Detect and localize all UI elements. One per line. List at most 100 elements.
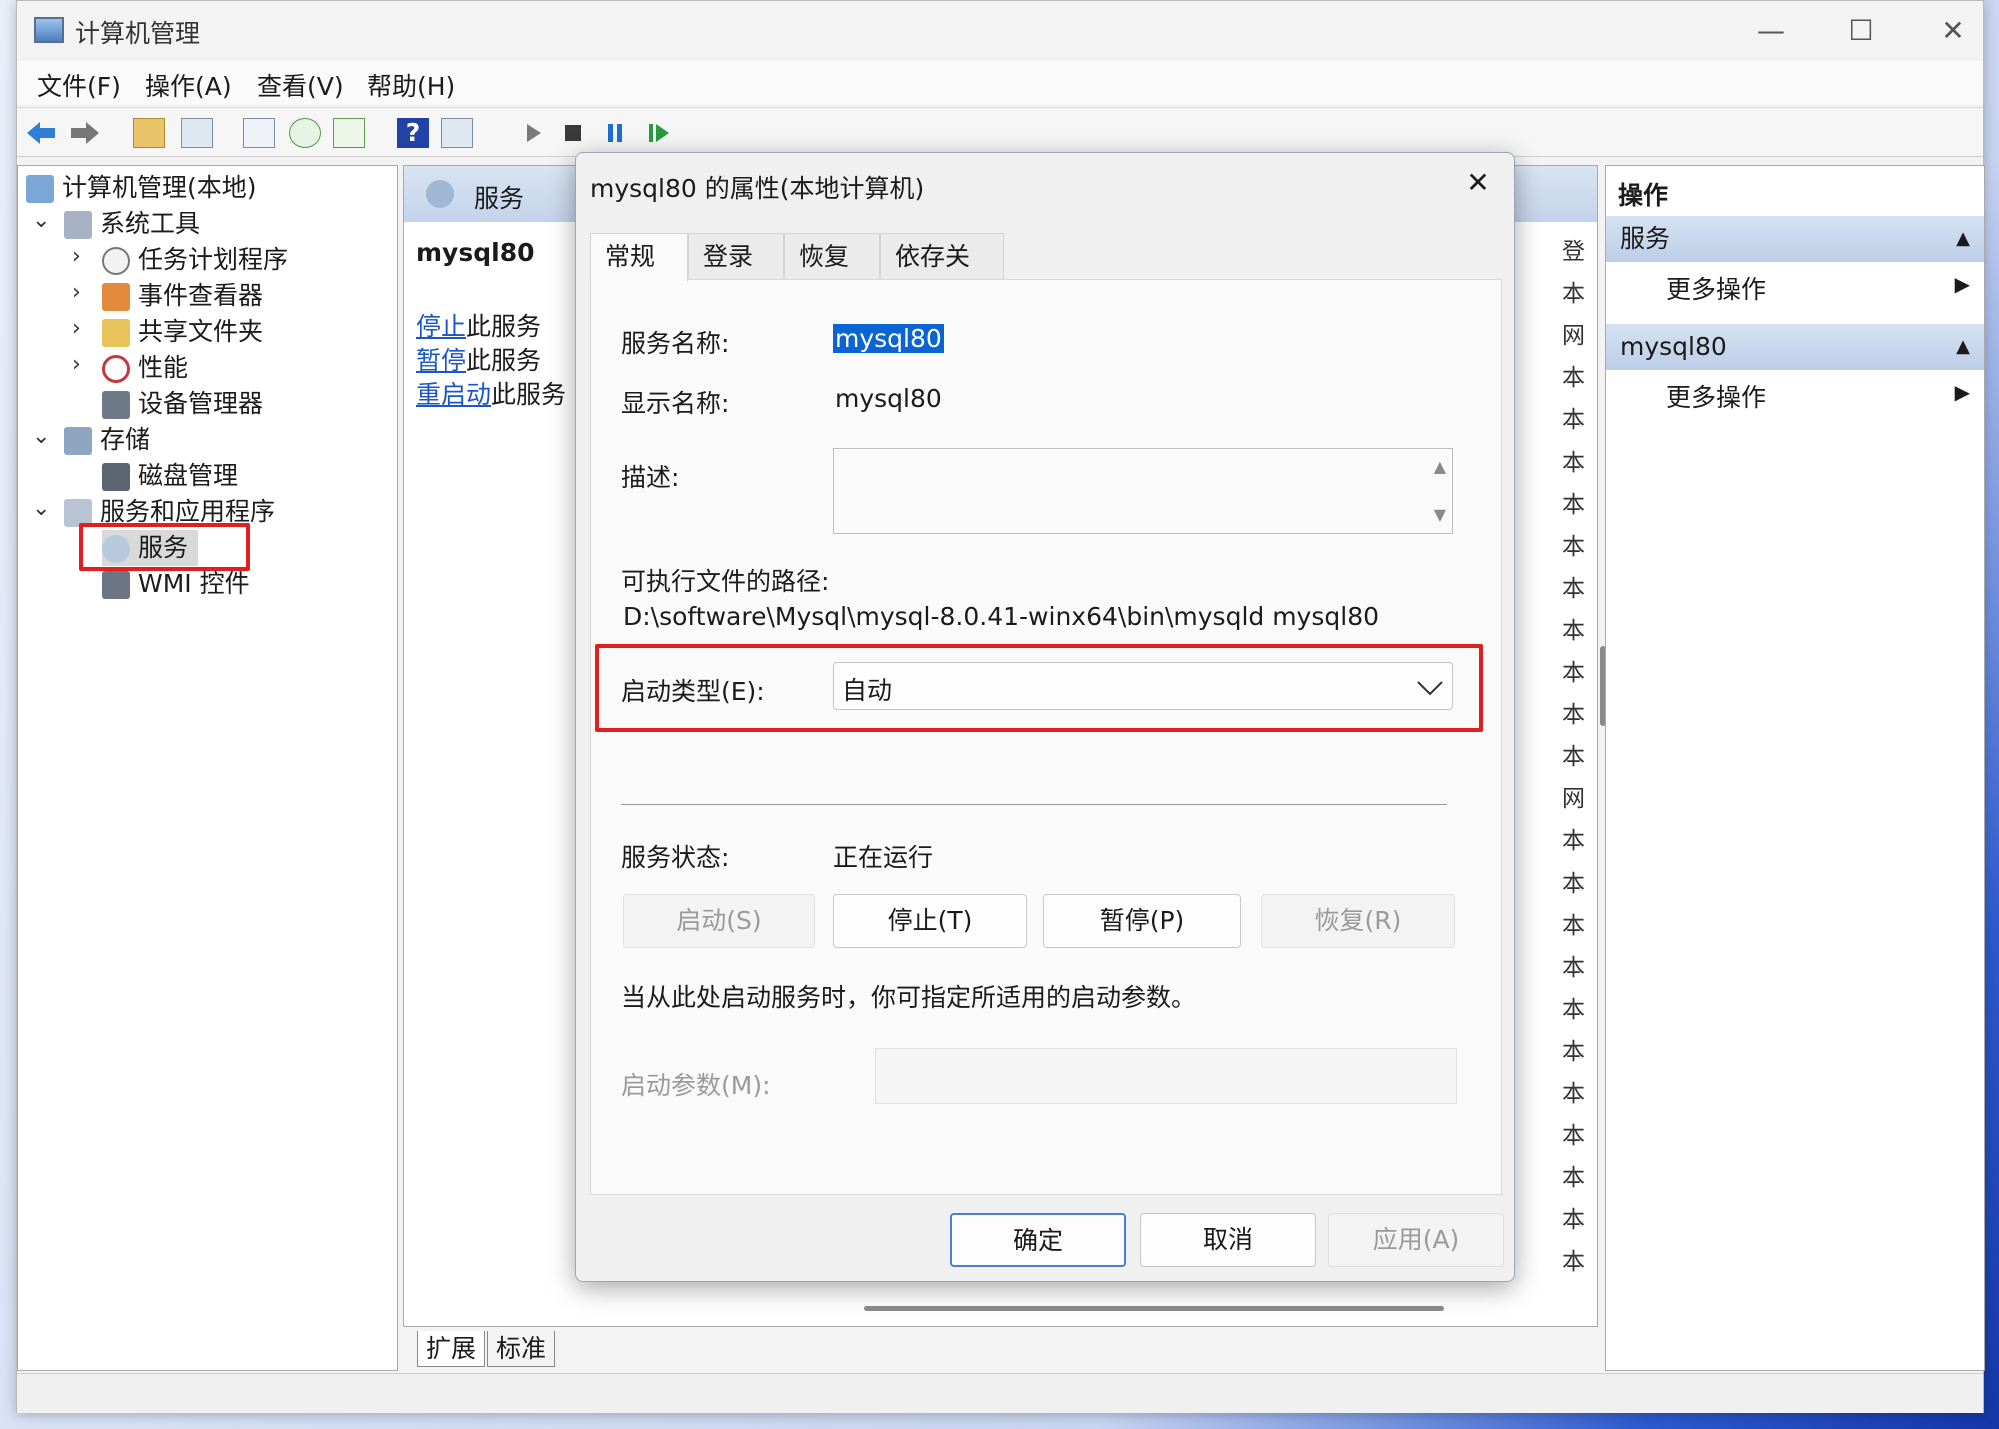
service-name-value[interactable]: mysql80: [833, 324, 944, 353]
forward-arrow-icon[interactable]: [69, 118, 101, 148]
dialog-title: mysql80 的属性(本地计算机): [590, 174, 925, 203]
exe-path-value[interactable]: D:\software\Mysql\mysql-8.0.41-winx64\bi…: [623, 602, 1379, 631]
tree-node-performance[interactable]: 性能: [102, 350, 188, 386]
startup-type-cell: 网: [1562, 786, 1585, 813]
startup-type-select[interactable]: 自动: [833, 662, 1453, 710]
startup-type-cell: 本: [1562, 870, 1585, 897]
startup-type-cell: 本: [1562, 744, 1585, 771]
pause-service-link[interactable]: 暂停: [416, 346, 466, 375]
more-actions-mysql80[interactable]: 更多操作: [1666, 378, 1766, 414]
tree-node-storage[interactable]: 存储: [64, 422, 150, 458]
tree-node-event-viewer[interactable]: 事件查看器: [102, 278, 263, 314]
export-list-icon[interactable]: [333, 118, 365, 148]
tree-node-root[interactable]: 计算机管理(本地): [26, 170, 257, 206]
tab-standard[interactable]: 标准: [487, 1331, 556, 1367]
restart-service-link-row: 重启动此服务: [416, 380, 567, 409]
startup-type-label: 启动类型(E):: [621, 677, 765, 706]
menu-bar: 文件(F) 操作(A) 查看(V) 帮助(H): [17, 61, 1983, 105]
dialog-close-button[interactable]: ✕: [1456, 163, 1500, 203]
resume-button[interactable]: 恢复(R): [1261, 894, 1455, 948]
back-arrow-icon[interactable]: [25, 118, 57, 148]
maximize-button[interactable]: ☐: [1821, 9, 1901, 53]
close-button[interactable]: ✕: [1913, 9, 1993, 53]
computer-management-icon: [34, 17, 64, 43]
cancel-button[interactable]: 取消: [1140, 1213, 1316, 1267]
shared-folder-icon: [102, 319, 130, 347]
highlight-box: [79, 523, 250, 571]
startup-type-cell: 本: [1562, 407, 1585, 434]
start-service-icon[interactable]: [517, 118, 549, 148]
horizontal-scrollbar[interactable]: [864, 1306, 1444, 1311]
tab-dependencies[interactable]: 依存关系: [880, 233, 1004, 317]
start-params-input[interactable]: [875, 1048, 1457, 1104]
menu-help[interactable]: 帮助(H): [367, 67, 455, 103]
apply-button[interactable]: 应用(A): [1328, 1213, 1504, 1267]
show-hide-tree-icon[interactable]: [181, 118, 213, 148]
startup-type-cell: 本: [1562, 449, 1585, 476]
chevron-right-icon[interactable]: ›: [72, 280, 81, 305]
display-name-value[interactable]: mysql80: [835, 384, 942, 413]
actions-section-mysql80[interactable]: mysql80 ▲: [1606, 324, 1984, 370]
chevron-right-icon[interactable]: ›: [72, 244, 81, 269]
scroll-down-icon[interactable]: ▼: [1434, 505, 1446, 524]
description-label: 描述:: [621, 463, 680, 492]
chevron-down-icon[interactable]: ⌄: [32, 496, 50, 521]
navigation-tree: 计算机管理(本地) ⌄ 系统工具 › 任务计划程序 › 事件查看器 › 共享文件…: [17, 165, 398, 1371]
stop-button[interactable]: 停止(T): [833, 894, 1027, 948]
description-textbox[interactable]: ▲ ▼: [833, 448, 1453, 534]
toolbar: ?: [17, 107, 1983, 157]
pause-service-link-row: 暂停此服务: [416, 346, 542, 375]
startup-type-cell: 本: [1562, 1207, 1585, 1234]
chevron-down-icon[interactable]: ⌄: [32, 424, 50, 449]
menu-action[interactable]: 操作(A): [145, 67, 232, 103]
pause-button[interactable]: 暂停(P): [1043, 894, 1241, 948]
tree-node-wmi[interactable]: WMI 控件: [102, 566, 250, 602]
device-manager-icon: [102, 391, 130, 419]
startup-type-cell: 本: [1562, 660, 1585, 686]
wmi-icon: [102, 571, 130, 599]
menu-view[interactable]: 查看(V): [257, 67, 344, 103]
chevron-right-icon[interactable]: ›: [72, 352, 81, 377]
tree-node-task-scheduler[interactable]: 任务计划程序: [102, 242, 288, 278]
tab-recovery[interactable]: 恢复: [784, 233, 880, 279]
properties-icon[interactable]: [243, 118, 275, 148]
collapse-up-icon[interactable]: ▲: [1956, 216, 1970, 262]
stop-service-icon[interactable]: [557, 118, 589, 148]
collapse-up-icon[interactable]: ▲: [1956, 324, 1970, 370]
status-bar: [17, 1373, 1983, 1413]
tab-logon[interactable]: 登录: [688, 233, 784, 279]
clock-icon: [102, 247, 130, 275]
minimize-button[interactable]: —: [1731, 9, 1811, 53]
startup-type-cell: 本: [1562, 575, 1585, 602]
tree-node-system-tools[interactable]: 系统工具: [64, 206, 200, 242]
general-tab-panel: 服务名称: mysql80 显示名称: mysql80 描述: ▲ ▼ 可执行文…: [590, 279, 1502, 1195]
start-button[interactable]: 启动(S): [623, 894, 815, 948]
help-icon[interactable]: ?: [397, 118, 429, 148]
tree-node-device-manager[interactable]: 设备管理器: [102, 386, 263, 422]
pause-service-icon[interactable]: [599, 118, 631, 148]
restart-service-icon[interactable]: [643, 118, 675, 148]
tab-extended[interactable]: 扩展: [417, 1331, 486, 1367]
action-pane-icon[interactable]: [441, 118, 473, 148]
tree-node-disk-management[interactable]: 磁盘管理: [102, 458, 238, 494]
stop-service-link[interactable]: 停止: [416, 312, 466, 341]
selected-service-name: mysql80: [416, 238, 535, 267]
chevron-down-icon[interactable]: ⌄: [32, 208, 50, 233]
restart-service-link[interactable]: 重启动: [416, 380, 491, 409]
chevron-right-icon[interactable]: ›: [72, 316, 81, 341]
service-status-label: 服务状态:: [621, 843, 730, 872]
scroll-up-icon[interactable]: ▲: [1434, 457, 1446, 476]
refresh-icon[interactable]: [289, 118, 321, 148]
actions-section-services[interactable]: 服务 ▲: [1606, 216, 1984, 262]
submenu-arrow-icon: ▶: [1954, 380, 1970, 404]
menu-file[interactable]: 文件(F): [37, 67, 121, 103]
ok-button[interactable]: 确定: [950, 1213, 1126, 1267]
startup-type-cell: 本: [1562, 702, 1585, 729]
more-actions-services[interactable]: 更多操作: [1666, 270, 1766, 306]
tree-node-shared-folders[interactable]: 共享文件夹: [102, 314, 263, 350]
services-header-label: 服务: [474, 184, 525, 213]
up-folder-icon[interactable]: [133, 118, 165, 148]
tab-general[interactable]: 常规: [590, 233, 688, 281]
startup-type-cell: 本: [1562, 912, 1585, 939]
window-title: 计算机管理: [75, 19, 201, 48]
